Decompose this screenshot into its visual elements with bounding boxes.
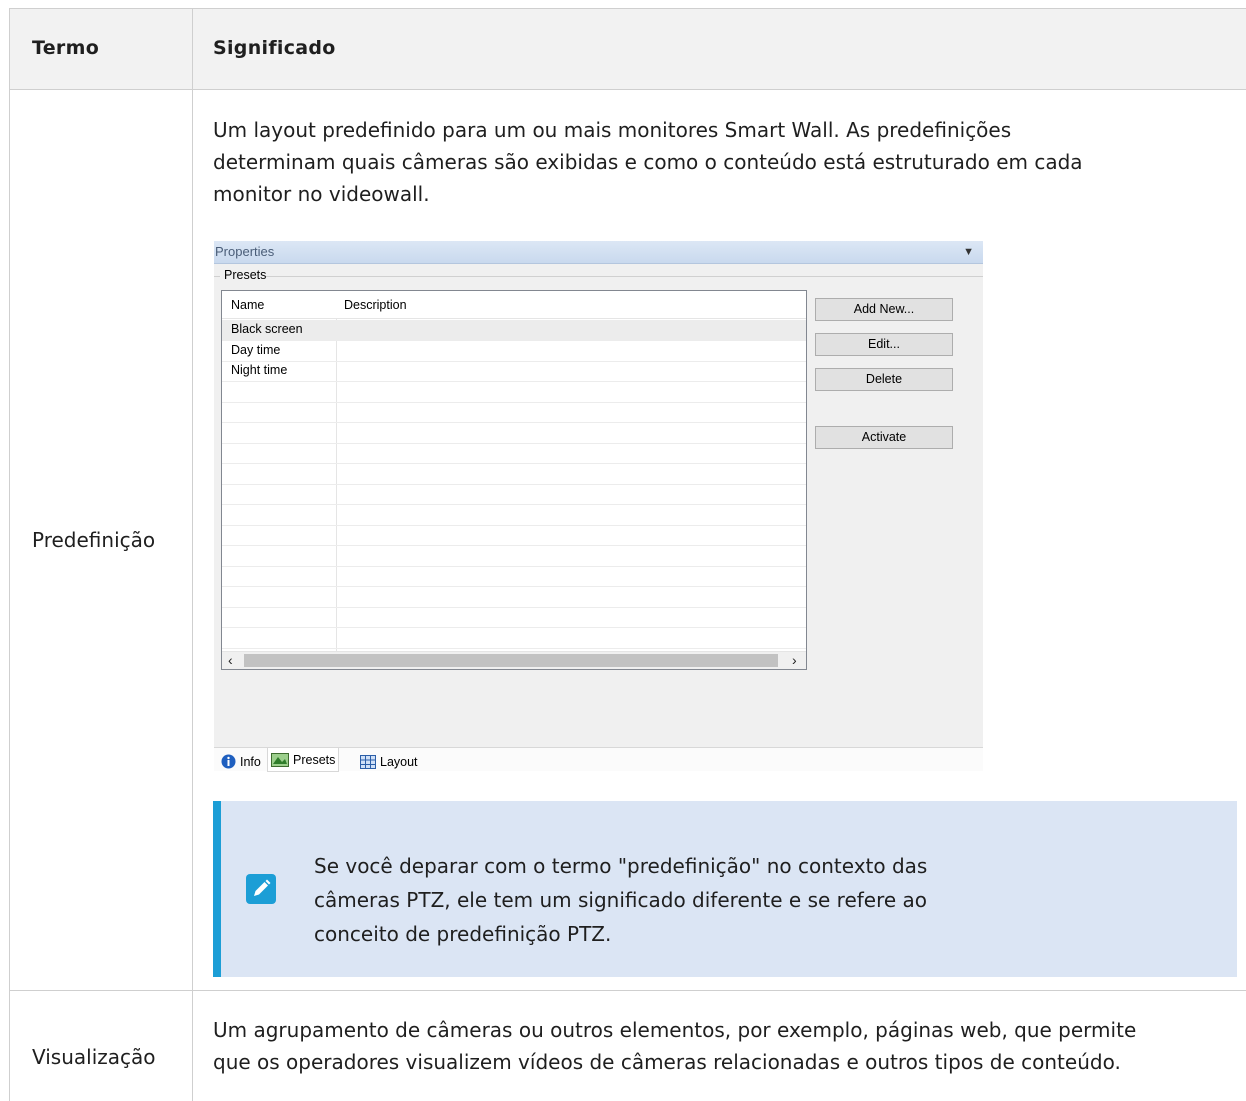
note-line: Se você deparar com o termo "predefiniçã… [314, 854, 928, 878]
tab-presets[interactable]: Presets [267, 748, 340, 772]
note-box: Se você deparar com o termo "predefiniçã… [213, 801, 1237, 977]
delete-button[interactable]: Delete [815, 368, 953, 391]
layout-grid-icon [360, 754, 376, 769]
note-line: câmeras PTZ, ele tem um significado dife… [314, 888, 928, 912]
table-header [10, 9, 1246, 89]
meaning-line: monitor no videowall. [213, 182, 430, 206]
tab-info[interactable]: Info [218, 751, 264, 772]
column-description[interactable]: Description [344, 298, 407, 312]
meaning-line: que os operadores visualizem vídeos de c… [213, 1050, 1121, 1074]
presets-icon [271, 752, 289, 767]
pencil-note-icon [246, 874, 276, 904]
list-header: Name Description [222, 291, 806, 319]
properties-title: Properties [215, 244, 275, 259]
meaning-predefinicao: Um layout predefinido para um ou mais mo… [213, 114, 1083, 210]
tab-layout[interactable]: Layout [357, 751, 421, 772]
meaning-visualizacao: Um agrupamento de câmeras ou outros elem… [213, 1014, 1136, 1078]
list-item[interactable]: Night time [222, 361, 806, 382]
add-new-button[interactable]: Add New... [815, 298, 953, 321]
list-item[interactable]: Black screen [222, 320, 806, 341]
presets-properties-screenshot: Properties ▼ Presets Name Description Bl… [214, 241, 983, 772]
header-meaning: Significado [213, 37, 336, 59]
meaning-line: determinam quais câmeras são exibidas e … [213, 150, 1083, 174]
horizontal-scrollbar[interactable]: ‹ › [222, 651, 806, 669]
column-name[interactable]: Name [231, 298, 264, 312]
term-predefinicao: Predefinição [32, 528, 156, 552]
term-visualizacao: Visualização [32, 1045, 156, 1069]
properties-tabs: Info Presets Layout [214, 747, 983, 772]
meaning-line: Um layout predefinido para um ou mais mo… [213, 118, 1012, 142]
glossary-table: Termo Significado Predefinição Um layout… [9, 8, 1246, 1101]
scroll-right-icon[interactable]: › [792, 652, 797, 668]
presets-list[interactable]: Name Description Black screen Day time N… [221, 290, 807, 670]
meaning-line: Um agrupamento de câmeras ou outros elem… [213, 1018, 1137, 1042]
properties-titlebar: Properties ▼ [214, 241, 983, 264]
activate-button[interactable]: Activate [815, 426, 953, 449]
note-line: conceito de predefinição PTZ. [314, 922, 612, 946]
scroll-left-icon[interactable]: ‹ [228, 652, 233, 668]
scroll-thumb[interactable] [244, 654, 778, 667]
dropdown-arrow-icon[interactable]: ▼ [963, 246, 974, 258]
header-term: Termo [32, 37, 100, 59]
info-icon [221, 754, 236, 769]
list-item[interactable]: Day time [222, 341, 806, 362]
edit-button[interactable]: Edit... [815, 333, 953, 356]
note-text: Se você deparar com o termo "predefiniçã… [314, 849, 927, 951]
presets-group-label: Presets [224, 268, 267, 282]
